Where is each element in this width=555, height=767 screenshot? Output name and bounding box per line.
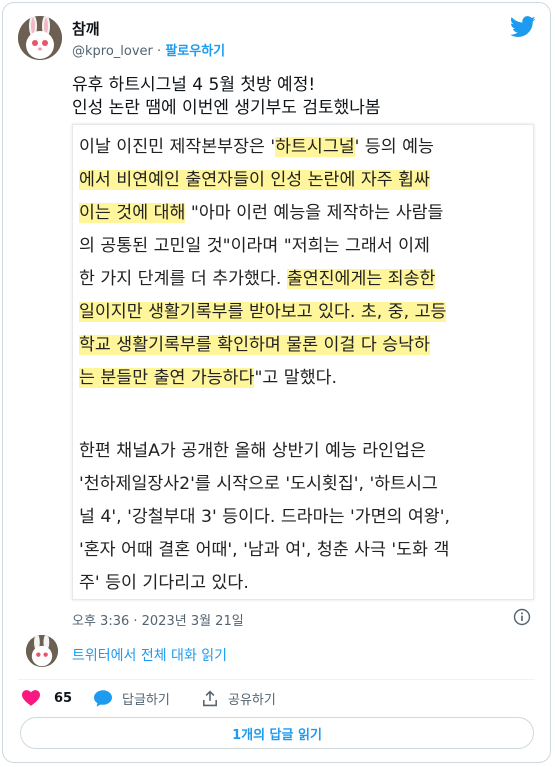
user-avatar[interactable]: [18, 16, 62, 60]
separator-dot: ·: [157, 44, 162, 59]
article-line: 한 가지 단계를 더 추가했다. 출연진에게는 죄송한: [79, 263, 529, 296]
user-handle[interactable]: @kpro_lover: [72, 44, 153, 59]
like-button[interactable]: 65: [22, 688, 72, 708]
share-button[interactable]: 공유하기: [202, 688, 276, 708]
article-line: 이는 것에 대해 "아마 이런 예능을 제작하는 사람들: [79, 197, 529, 230]
attached-image[interactable]: 이날 이진민 제작본부장은 '하트시그널' 등의 예능 에서 비연예인 출연자들…: [72, 124, 534, 600]
text-run: 이날 이진민 제작본부장은 ': [79, 137, 276, 157]
text-run: "고 말했다.: [254, 368, 337, 388]
tweet-line: 유후 하트시그널 4 5월 첫방 예정!: [72, 75, 316, 95]
follow-button[interactable]: 팔로우하기: [165, 44, 225, 59]
reply-label: 답글하기: [122, 692, 170, 708]
highlighted-text: 에서 비연예인 출연자들이 인성 논란에 자주 휩싸: [79, 170, 430, 190]
article-line: '천하제일장사2'를 시작으로 '도시횟집', '하트시그: [79, 474, 438, 494]
article-line: '혼자 어때 결혼 어때', '남과 여', 청춘 사극 '도화 객: [79, 540, 450, 560]
highlighted-text: 하트시그널: [275, 137, 355, 157]
tweet-line: 인성 논란 땜에 이번엔 생기부도 검토했나봄: [72, 98, 381, 118]
highlighted-text: 학교 생활기록부를 확인하며 물론 이걸 다 승낙하: [79, 335, 430, 355]
article-line: 널 4', '강철부대 3' 등이다. 드라마는 '가면의 여왕',: [79, 507, 450, 527]
tweet-text: 유후 하트시그널 4 5월 첫방 예정! 인성 논란 땜에 이번엔 생기부도 검…: [72, 74, 381, 120]
share-label: 공유하기: [228, 692, 276, 708]
user-avatar-small[interactable]: [26, 635, 58, 667]
tweet-timestamp[interactable]: 오후 3:36 · 2023년 3월 21일: [72, 610, 244, 629]
article-line: 이날 이진민 제작본부장은 '하트시그널' 등의 예능: [79, 131, 529, 164]
highlighted-text: 일이지만 생활기록부를 받아보고 있다. 초, 중, 고등: [79, 302, 447, 322]
reply-button[interactable]: 답글하기: [94, 688, 170, 708]
article-line: 주' 등이 기다리고 있다.: [79, 573, 249, 593]
text-run: 한 가지 단계를 더 추가했다.: [79, 269, 287, 289]
share-icon: [203, 689, 217, 706]
twitter-bird-icon[interactable]: [510, 16, 536, 38]
article-line: 한편 채널A가 공개한 올해 상반기 예능 라인업은: [79, 441, 426, 461]
article-line: 의 공통된 고민일 것"이라며 "저희는 그래서 이제: [79, 230, 529, 263]
divider: [18, 679, 535, 680]
highlighted-text: 는 분들만 출연 가능하다: [79, 368, 255, 388]
read-replies-button[interactable]: 1개의 답글 읽기: [20, 717, 534, 749]
read-conversation-link[interactable]: 트위터에서 전체 대화 읽기: [72, 645, 227, 665]
article-line: 에서 비연예인 출연자들이 인성 논란에 자주 휩싸: [79, 164, 529, 197]
handle-row: @kpro_lover · 팔로우하기: [72, 40, 225, 59]
info-icon[interactable]: [513, 608, 531, 626]
text-run: ' 등의 예능: [354, 137, 434, 157]
article-line: 는 분들만 출연 가능하다"고 말했다.: [79, 362, 529, 395]
heart-icon: [22, 690, 40, 706]
text-run: 의 공통된 고민일 것"이라며 "저희는 그래서 이제: [79, 236, 430, 256]
reply-bubble-icon: [94, 689, 112, 707]
highlighted-text: 이는 것에 대해: [79, 203, 186, 223]
article-line: 학교 생활기록부를 확인하며 물론 이걸 다 승낙하: [79, 329, 529, 362]
article-line: 일이지만 생활기록부를 받아보고 있다. 초, 중, 고등: [79, 296, 529, 329]
like-count: 65: [54, 690, 73, 706]
highlighted-text: 출연진에게는 죄송한: [286, 269, 436, 289]
display-name[interactable]: 참깨: [72, 18, 100, 39]
text-run: "아마 이런 예능을 제작하는 사람들: [185, 203, 444, 223]
article-text: 이날 이진민 제작본부장은 '하트시그널' 등의 예능 에서 비연예인 출연자들…: [79, 131, 529, 599]
